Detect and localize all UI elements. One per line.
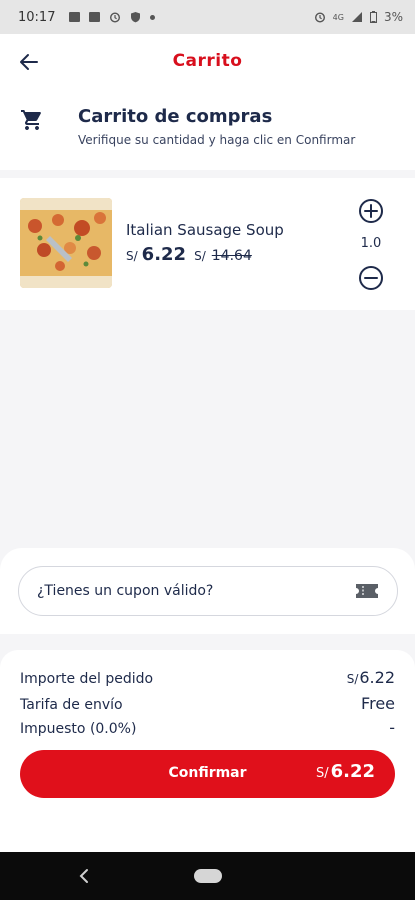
order-summary: Importe del pedido S/6.22 Tarifa de enví… (0, 650, 415, 852)
shipping-label: Tarifa de envío (20, 697, 123, 713)
app-bar: Carrito (0, 34, 415, 90)
item-image (20, 198, 112, 288)
item-price: 6.22 (141, 244, 187, 265)
tax-row: Impuesto (0.0%) - (20, 718, 395, 737)
confirm-currency: S/ (315, 766, 329, 781)
ticket-icon[interactable] (355, 581, 379, 601)
system-nav-bar (0, 852, 415, 900)
coupon-input[interactable]: ¿Tienes un cupon válido? (18, 566, 398, 616)
order-amount-label: Importe del pedido (20, 671, 154, 687)
system-home-button[interactable] (194, 869, 222, 883)
decrease-quantity-button[interactable] (358, 265, 384, 291)
order-amount-value: S/6.22 (347, 668, 395, 687)
order-currency: S/ (346, 672, 359, 686)
cart-subtitle: Verifique su cantidad y haga clic en Con… (78, 133, 356, 147)
tax-value: - (389, 718, 395, 737)
cart-title: Carrito de compras (78, 106, 273, 127)
shipping-value: Free (361, 694, 395, 713)
shipping-row: Tarifa de envío Free (20, 694, 395, 713)
old-currency-label: S/ (194, 249, 206, 263)
coupon-placeholder: ¿Tienes un cupon válido? (37, 583, 214, 599)
document-notification-icon (89, 12, 101, 22)
page-title: Carrito (172, 51, 243, 71)
coupon-section: ¿Tienes un cupon válido? (0, 548, 415, 634)
header-area: Carrito Carrito de compras Verifique su … (0, 34, 415, 170)
currency-label: S/ (126, 249, 138, 263)
status-bar: 10:17 4G 3% (0, 0, 415, 34)
confirm-total: S/ 6.22 (316, 761, 375, 782)
alarm-notification-icon (110, 12, 121, 23)
item-old-price: 14.64 (211, 248, 252, 264)
battery-icon (369, 11, 377, 23)
item-name: Italian Sausage Soup (126, 221, 284, 239)
cart-header: Carrito de compras Verifique su cantidad… (0, 100, 415, 160)
status-time: 10:17 (18, 9, 56, 25)
confirm-total-value: 6.22 (330, 761, 375, 782)
notification-icons (69, 11, 156, 23)
order-amount-row: Importe del pedido S/6.22 (20, 668, 395, 687)
battery-percent: 3% (383, 10, 403, 24)
increase-quantity-button[interactable] (358, 198, 384, 224)
shopping-cart-icon (21, 110, 41, 130)
status-right: 4G 3% (314, 10, 403, 24)
more-notifications-dot (150, 14, 156, 20)
system-back-icon[interactable] (74, 866, 94, 886)
item-quantity: 1.0 (360, 236, 382, 251)
image-notification-icon (69, 12, 81, 22)
confirm-button[interactable]: Confirmar S/ 6.22 (20, 750, 395, 798)
signal-icon (351, 12, 362, 22)
item-price-row: S/ 6.22 S/ 14.64 (126, 244, 252, 265)
shield-notification-icon (131, 12, 141, 23)
order-amount: 6.22 (359, 668, 395, 687)
network-type-label: 4G (332, 12, 344, 22)
tax-label: Impuesto (0.0%) (20, 721, 137, 737)
alarm-icon (314, 12, 325, 23)
